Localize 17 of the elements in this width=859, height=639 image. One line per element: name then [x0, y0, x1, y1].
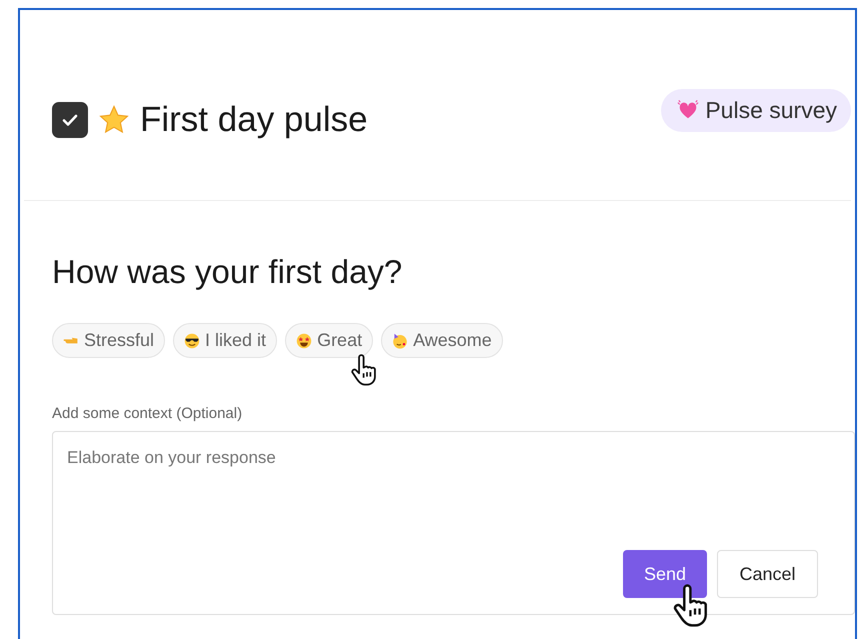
survey-title: First day pulse [140, 100, 368, 140]
party-face-icon [392, 332, 408, 348]
sunglasses-face-icon [184, 332, 200, 348]
answer-chip[interactable]: Great [285, 323, 374, 358]
cancel-button[interactable]: Cancel [717, 550, 818, 598]
response-field[interactable]: Elaborate on your response Send Cancel [52, 431, 855, 615]
checkbox[interactable] [52, 102, 88, 138]
heart-icon [677, 99, 700, 121]
star-icon [98, 104, 130, 136]
answer-chip[interactable]: Stressful [52, 323, 166, 358]
survey-type-tag: Pulse survey [661, 88, 851, 132]
answer-chip[interactable]: I liked it [173, 323, 278, 358]
star-eyes-face-icon [296, 332, 312, 348]
answer-chip[interactable]: Awesome [381, 323, 503, 358]
send-button[interactable]: Send [623, 550, 707, 598]
question-text: How was your first day? [52, 253, 404, 291]
context-label: Add some context (Optional) [52, 405, 244, 422]
